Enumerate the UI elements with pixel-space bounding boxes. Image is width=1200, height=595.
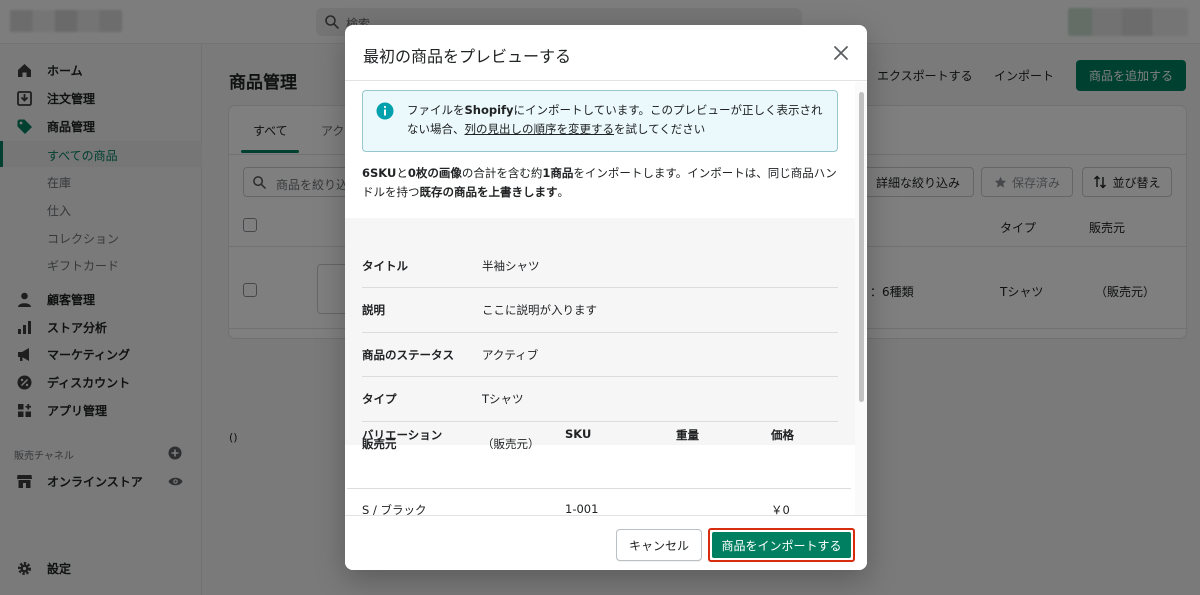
summary-part: 。 [557, 185, 570, 199]
field-value: （販売元） [482, 437, 540, 451]
modal-footer: キャンセル 商品をインポートする [345, 515, 867, 570]
variant-sku-cell: 1-001 [565, 502, 599, 516]
field-row-title: タイトル 半袖シャツ [362, 244, 838, 288]
import-products-label: 商品をインポートする [712, 532, 851, 558]
close-icon[interactable] [831, 43, 851, 63]
import-products-button[interactable]: 商品をインポートする [708, 528, 855, 562]
info-icon [376, 102, 394, 120]
field-value: ここに説明が入ります [482, 303, 597, 317]
banner-brand: Shopify [464, 103, 514, 117]
field-label: 説明 [362, 303, 385, 317]
product-count: 1商品 [542, 166, 574, 180]
field-value: 半袖シャツ [482, 259, 540, 273]
sku-count: 6SKU [362, 166, 397, 180]
divider [347, 488, 851, 489]
summary-part: の合計を含む約 [461, 166, 543, 180]
variants-header-price: 価格 [771, 428, 794, 442]
cancel-button[interactable]: キャンセル [616, 529, 702, 561]
overwrite-note: 既存の商品を上書きします [419, 185, 558, 199]
field-value: Tシャツ [482, 392, 524, 406]
field-row-type: タイプ Tシャツ [362, 377, 838, 421]
summary-part: と [396, 166, 408, 180]
import-summary: 6SKUと0枚の画像の合計を含む約1商品をインポートします。インポートは、同じ商… [362, 164, 842, 202]
modal-body[interactable]: ファイルをShopifyにインポートしています。このプレビューが正しく表示されな… [345, 82, 855, 515]
modal-header: 最初の商品をプレビューする [345, 25, 867, 81]
banner-text: ファイルをShopifyにインポートしています。このプレビューが正しく表示されな… [407, 101, 827, 139]
variants-header-sku: SKU [565, 427, 592, 441]
variants-header-weight: 重量 [676, 428, 699, 442]
field-row-status: 商品のステータス アクティブ [362, 333, 838, 377]
field-label: タイプ [362, 392, 397, 406]
banner-text-part: ファイルを [407, 103, 465, 117]
field-label: 商品のステータス [362, 348, 454, 362]
banner-text-part: を試してください [614, 122, 706, 136]
reorder-columns-link[interactable]: 列の見出しの順序を変更する [465, 122, 615, 136]
info-banner: ファイルをShopifyにインポートしています。このプレビューが正しく表示されな… [362, 90, 838, 152]
preview-modal: 最初の商品をプレビューする ファイルをShopifyにインポートしています。この… [345, 25, 867, 570]
modal-title: 最初の商品をプレビューする [363, 47, 572, 66]
image-count: 0枚の画像 [407, 166, 462, 180]
field-value: アクティブ [482, 348, 539, 362]
field-label: タイトル [362, 259, 408, 273]
variants-header-variation: バリエーション [362, 428, 443, 442]
scrollbar-thumb[interactable] [859, 92, 864, 402]
field-row-description: 説明 ここに説明が入ります [362, 288, 838, 332]
